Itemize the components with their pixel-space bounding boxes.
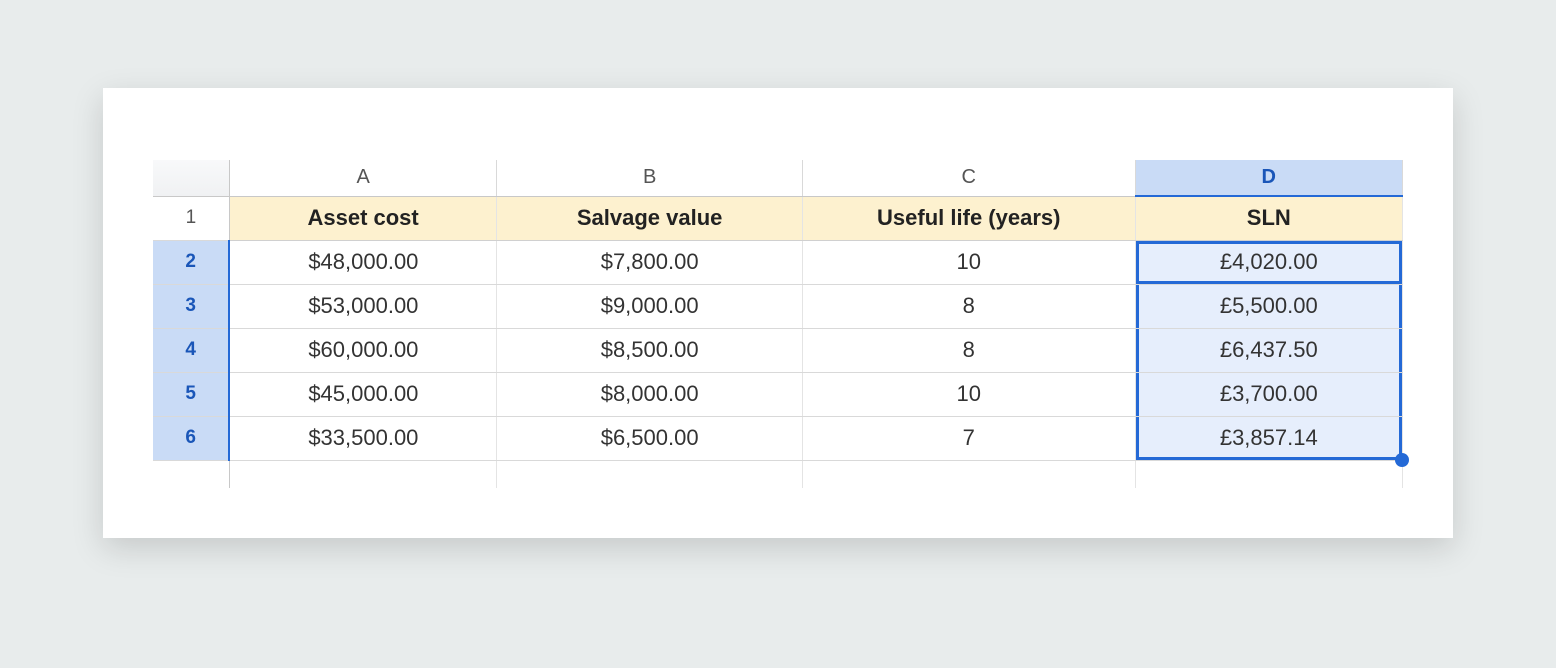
row-header-3[interactable]: 3	[153, 284, 229, 328]
cell-A6[interactable]: $33,500.00	[229, 416, 496, 460]
table-row: 1 Asset cost Salvage value Useful life (…	[153, 196, 1403, 240]
table-row: 3 $53,000.00 $9,000.00 8 £5,500.00	[153, 284, 1403, 328]
column-header-A[interactable]: A	[229, 160, 496, 196]
cell-B4[interactable]: $8,500.00	[497, 328, 803, 372]
cell-empty[interactable]	[497, 460, 803, 488]
cell-B6[interactable]: $6,500.00	[497, 416, 803, 460]
cell-C6[interactable]: 7	[802, 416, 1135, 460]
cell-B2[interactable]: $7,800.00	[497, 240, 803, 284]
cell-A5[interactable]: $45,000.00	[229, 372, 496, 416]
spreadsheet-card: A B C D 1 Asset cost Salvage value Usefu…	[103, 88, 1453, 538]
row-header-4[interactable]: 4	[153, 328, 229, 372]
column-header-B[interactable]: B	[497, 160, 803, 196]
fill-handle[interactable]	[1395, 453, 1409, 467]
cell-D6[interactable]: £3,857.14	[1135, 416, 1402, 460]
cell-A2[interactable]: $48,000.00	[229, 240, 496, 284]
spreadsheet-grid[interactable]: A B C D 1 Asset cost Salvage value Usefu…	[153, 160, 1403, 488]
cell-B3[interactable]: $9,000.00	[497, 284, 803, 328]
cell-D1[interactable]: SLN	[1135, 196, 1402, 240]
cell-B1[interactable]: Salvage value	[497, 196, 803, 240]
row-header-empty[interactable]	[153, 460, 229, 488]
cell-C4[interactable]: 8	[802, 328, 1135, 372]
row-header-1[interactable]: 1	[153, 196, 229, 240]
cell-D2[interactable]: £4,020.00	[1135, 240, 1402, 284]
cell-C2[interactable]: 10	[802, 240, 1135, 284]
column-header-C[interactable]: C	[802, 160, 1135, 196]
table-row: 5 $45,000.00 $8,000.00 10 £3,700.00	[153, 372, 1403, 416]
column-header-row: A B C D	[153, 160, 1403, 196]
row-header-5[interactable]: 5	[153, 372, 229, 416]
cell-D4[interactable]: £6,437.50	[1135, 328, 1402, 372]
table-row: 2 $48,000.00 $7,800.00 10 £4,020.00	[153, 240, 1403, 284]
cell-D5[interactable]: £3,700.00	[1135, 372, 1402, 416]
row-header-2[interactable]: 2	[153, 240, 229, 284]
cell-empty[interactable]	[802, 460, 1135, 488]
select-all-corner[interactable]	[153, 160, 229, 196]
cell-A1[interactable]: Asset cost	[229, 196, 496, 240]
cell-empty[interactable]	[1135, 460, 1402, 488]
cell-C5[interactable]: 10	[802, 372, 1135, 416]
cell-C3[interactable]: 8	[802, 284, 1135, 328]
cell-A3[interactable]: $53,000.00	[229, 284, 496, 328]
row-header-6[interactable]: 6	[153, 416, 229, 460]
cell-B5[interactable]: $8,000.00	[497, 372, 803, 416]
cell-D3[interactable]: £5,500.00	[1135, 284, 1402, 328]
cell-C1[interactable]: Useful life (years)	[802, 196, 1135, 240]
column-header-D[interactable]: D	[1135, 160, 1402, 196]
empty-row	[153, 460, 1403, 488]
table-row: 4 $60,000.00 $8,500.00 8 £6,437.50	[153, 328, 1403, 372]
cell-A4[interactable]: $60,000.00	[229, 328, 496, 372]
table-row: 6 $33,500.00 $6,500.00 7 £3,857.14	[153, 416, 1403, 460]
cell-empty[interactable]	[229, 460, 496, 488]
